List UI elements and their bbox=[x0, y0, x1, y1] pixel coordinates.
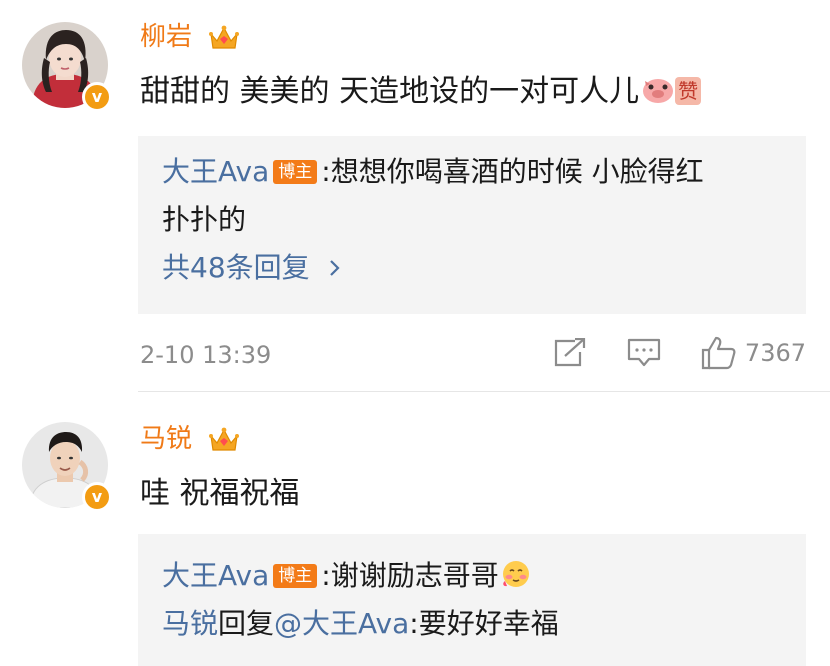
share-button[interactable] bbox=[553, 338, 587, 368]
crown-icon bbox=[209, 427, 240, 451]
reply-item: 大王Ava 博主:想想你喝喜酒的时候 小脸得红 bbox=[162, 148, 782, 196]
reply-author-link[interactable]: 马锐 bbox=[162, 607, 218, 640]
reply-box: 大王Ava 博主:谢谢励志哥哥 马锐回复@大王Ava:要好好幸福 bbox=[138, 534, 806, 666]
like-icon bbox=[701, 336, 736, 370]
comment-text: 哇 祝福祝福 bbox=[140, 476, 300, 511]
username-text[interactable]: 马锐 bbox=[140, 424, 192, 454]
reply-text-continued: 扑扑的 bbox=[162, 203, 247, 236]
username-text[interactable]: 柳岩 bbox=[140, 22, 192, 52]
verified-badge-icon: v bbox=[82, 482, 112, 512]
reply-text: 要好好幸福 bbox=[418, 607, 559, 640]
author-tag-badge: 博主 bbox=[273, 160, 318, 184]
sticker-label: 赞 bbox=[675, 77, 702, 105]
share-icon bbox=[554, 338, 586, 367]
reply-author-link[interactable]: 大王Ava bbox=[162, 559, 269, 592]
more-replies-link[interactable]: 共48条回复 bbox=[162, 244, 782, 292]
reply-separator: : bbox=[409, 607, 419, 640]
avatar[interactable]: v bbox=[22, 22, 112, 112]
comment-button[interactable] bbox=[627, 337, 661, 369]
reply-item: 马锐回复@大王Ava:要好好幸福 bbox=[162, 600, 782, 648]
mention-link[interactable]: @大王Ava bbox=[274, 607, 409, 640]
crown-icon bbox=[209, 25, 240, 49]
blush-emoji-icon bbox=[502, 561, 529, 587]
comment-timestamp: 2-10 13:39 bbox=[140, 341, 272, 369]
reply-item: 大王Ava 博主:谢谢励志哥哥 bbox=[162, 552, 782, 600]
comment-text: 甜甜的 美美的 天造地设的一对可人儿 赞 bbox=[140, 72, 702, 112]
comment-item: v 柳岩 甜甜的 美美的 天造地设的一对可人儿 赞 大王Ava 博主:想想你喝喜酒… bbox=[0, 0, 830, 392]
reply-text: 想想你喝喜酒的时候 小脸得红 bbox=[330, 155, 704, 188]
pig-sticker-icon bbox=[643, 79, 674, 103]
avatar[interactable]: v bbox=[22, 422, 112, 512]
comment-item: v 马锐 哇 祝福祝福 大王Ava 博主:谢谢励志哥哥 马锐回复@大王Ava:… bbox=[0, 392, 830, 666]
comment-username[interactable]: 马锐 bbox=[140, 422, 240, 456]
reply-verb: 回复 bbox=[218, 607, 275, 640]
reply-separator: : bbox=[321, 155, 331, 188]
reply-separator: : bbox=[321, 559, 331, 592]
comment-content: 甜甜的 美美的 天造地设的一对可人儿 bbox=[140, 74, 640, 109]
reply-box: 大王Ava 博主:想想你喝喜酒的时候 小脸得红 扑扑的 共48条回复 bbox=[138, 136, 806, 314]
comment-icon bbox=[627, 338, 661, 367]
chevron-right-icon bbox=[329, 260, 340, 276]
comment-username[interactable]: 柳岩 bbox=[140, 20, 240, 54]
like-button[interactable]: 7367 bbox=[701, 336, 806, 370]
more-replies-label[interactable]: 共48条回复 bbox=[162, 251, 310, 284]
reply-author-link[interactable]: 大王Ava bbox=[162, 155, 269, 188]
author-tag-badge: 博主 bbox=[273, 564, 318, 588]
reply-text: 谢谢励志哥哥 bbox=[330, 559, 499, 592]
like-count: 7367 bbox=[744, 339, 806, 367]
verified-badge-icon: v bbox=[82, 82, 112, 112]
comment-actions: 7367 bbox=[513, 336, 806, 370]
